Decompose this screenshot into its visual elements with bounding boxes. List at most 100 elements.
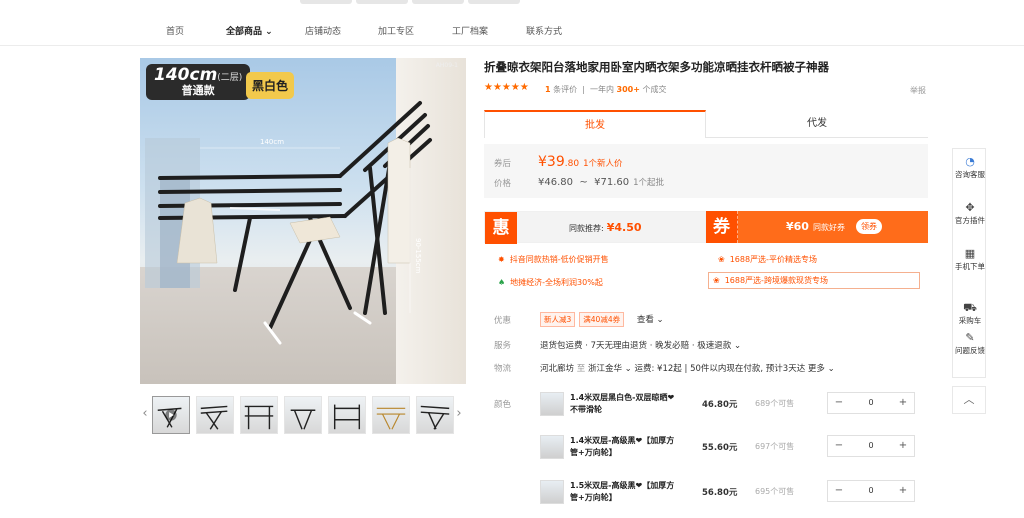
chevron-down-icon: ⌄ (265, 27, 273, 37)
dim-height-label: 90-155cm (414, 238, 422, 274)
quantity-input[interactable]: 0 (850, 393, 892, 413)
nav-all-products[interactable]: 全部商品 ⌄ (226, 24, 273, 37)
nav-contact[interactable]: 联系方式 (526, 24, 562, 37)
dim-width-label: 140cm (260, 138, 284, 146)
thumbnail-strip: ‹ › (140, 396, 466, 434)
nav-factory[interactable]: 工厂档案 (452, 24, 488, 37)
price-box: 券后 ¥39.80 1个新人价 价格 ¥46.80 ~ ¥71.60 1个起批 (484, 144, 928, 198)
flower-icon: ❀ (718, 255, 725, 264)
thumbnail-5[interactable] (328, 396, 366, 434)
offers-label: 优惠 (494, 316, 512, 326)
sku-name: 1.4米双层-高级黑❤【加厚方管+万向轮】 (570, 436, 675, 457)
thumbnail-2[interactable] (196, 396, 234, 434)
tab-dropship[interactable]: 代发 (706, 110, 928, 138)
puzzle-icon: ✥ (965, 201, 975, 214)
store-nav: 首页 全部商品 ⌄ 店铺动态 加工专区 工厂档案 联系方式 (0, 14, 1024, 46)
quantity-stepper: − 0 + (827, 480, 915, 502)
thumbnail-4[interactable] (284, 396, 322, 434)
purchase-tabs: 批发 代发 (484, 110, 928, 138)
sku-price: 56.80元 (702, 488, 738, 498)
hui-icon: 惠 (485, 212, 517, 244)
floating-sidebar: ◔ 咨询客服 ✥ 官方插件 ▦ 手机下单 ⛟ 采购车 ✎ 问题反馈 (952, 148, 986, 378)
sku-stock: 695个可售 (755, 487, 795, 496)
thumbnail-7[interactable] (416, 396, 454, 434)
sku-stock: 689个可售 (755, 399, 795, 408)
sidebar-feedback[interactable]: ✎ 问题反馈 (953, 331, 987, 355)
sku-stock: 697个可售 (755, 442, 795, 451)
increase-button[interactable]: + (892, 436, 914, 456)
image-code: AH09-1 (435, 62, 458, 69)
drying-rack-illustration: 140cm 90-155cm (145, 101, 432, 345)
coupon-price-label: 券后 (494, 159, 512, 169)
sku-name: 1.4米双层黑白色-双层晾晒❤不带滑轮 (570, 393, 675, 414)
chevron-down-icon: ⌄ (656, 315, 664, 325)
offer-tag: 满40减4券 (579, 312, 625, 327)
activity-yanxuan-1[interactable]: ❀ 1688严选-平价精选专场 (718, 254, 817, 265)
offer-tag: 新人减3 (540, 312, 576, 327)
activity-douyin[interactable]: ✸ 抖音同款热销-低价促销开售 (498, 254, 609, 265)
edit-icon: ✎ (965, 331, 975, 344)
service-value[interactable]: 退货包运费 · 7天无理由退货 · 晚发必赔 · 极速退款 ⌄ (540, 339, 741, 351)
thumbnail-3[interactable] (240, 396, 278, 434)
similar-recommend[interactable]: 惠 同款推荐: ¥4.50 (484, 211, 706, 244)
chevron-left-icon[interactable]: ‹ (140, 406, 150, 421)
product-main-image[interactable]: 140cm 90-155cm 140cm(二层) 普通款 黑白色 AH09-1 (140, 58, 466, 384)
service-label: 服务 (494, 341, 512, 351)
sku-name: 1.5米双层-高级黑❤【加厚方管+万向轮】 (570, 481, 675, 502)
product-title: 折叠晾衣架阳台落地家用卧室内晒衣架多功能凉晒挂衣杆晒被子神器 (484, 60, 829, 74)
activity-yanxuan-2[interactable]: ❀ 1688严选-跨境爆款现货专场 (708, 272, 920, 289)
back-to-top-button[interactable]: ︿ (952, 386, 986, 414)
sun-icon: ✸ (498, 255, 505, 264)
sku-thumbnail (540, 480, 564, 504)
shipping-destination[interactable]: 浙江金华 ⌄ (588, 364, 632, 374)
color-badge: 黑白色 (246, 72, 295, 99)
size-badge: 140cm(二层) 普通款 (146, 64, 251, 101)
decrease-button[interactable]: − (828, 393, 850, 413)
sku-price: 46.80元 (702, 400, 738, 410)
quantity-stepper: − 0 + (827, 435, 915, 457)
chevron-down-icon: ⌄ (733, 341, 742, 351)
leaf-icon: ♠ (498, 278, 506, 287)
nav-processing[interactable]: 加工专区 (378, 24, 414, 37)
coupon-banner: 券 ¥60 同款好券 领券 (706, 211, 928, 243)
nav-store-news[interactable]: 店铺动态 (305, 24, 341, 37)
report-link[interactable]: 举报 (910, 85, 926, 96)
chevron-up-icon: ︿ (963, 393, 975, 406)
claim-coupon-button[interactable]: 领券 (856, 219, 882, 234)
sidebar-cart[interactable]: ⛟ 采购车 (953, 301, 987, 325)
increase-button[interactable]: + (892, 481, 914, 501)
sidebar-customer-service[interactable]: ◔ 咨询客服 (953, 155, 987, 179)
top-strip (300, 0, 520, 4)
decrease-button[interactable]: − (828, 436, 850, 456)
rating-summary: 1 条评价 | 一年内 300+ 个成交 (545, 85, 667, 94)
promo-bar: 惠 同款推荐: ¥4.50 券 ¥60 同款好券 领券 (484, 211, 928, 244)
sku-thumbnail (540, 392, 564, 416)
shipping-label: 物流 (494, 364, 512, 374)
chat-icon: ◔ (965, 155, 975, 168)
cart-icon: ⛟ (963, 301, 977, 314)
flower-icon: ❀ (713, 276, 720, 285)
activity-street-stall[interactable]: ♠ 地摊经济-全场利润30%起 (498, 277, 603, 288)
shipping-value: 河北廊坊 至 浙江金华 ⌄ 运费: ¥12起 | 50件以内现在付款, 预计3天… (540, 364, 835, 374)
tab-wholesale[interactable]: 批发 (484, 110, 706, 138)
chevron-down-icon: ⌄ (624, 364, 632, 374)
quantity-input[interactable]: 0 (850, 436, 892, 456)
price-range-label: 价格 (494, 179, 512, 189)
offers-more-link[interactable]: 查看 ⌄ (637, 315, 664, 325)
sidebar-mobile-order[interactable]: ▦ 手机下单 (953, 247, 987, 271)
decrease-button[interactable]: − (828, 481, 850, 501)
thumbnail-6[interactable] (372, 396, 410, 434)
quantity-input[interactable]: 0 (850, 481, 892, 501)
price-range: ¥46.80 ~ ¥71.60 1个起批 (538, 177, 665, 188)
sidebar-plugin[interactable]: ✥ 官方插件 (953, 201, 987, 225)
rating-stars: ★★★★★ (484, 82, 529, 93)
offers-tags: 新人减3 满40减4券 查看 ⌄ (540, 312, 664, 327)
increase-button[interactable]: + (892, 393, 914, 413)
color-label: 颜色 (494, 400, 512, 410)
qr-code-icon: ▦ (964, 247, 976, 260)
chevron-right-icon[interactable]: › (454, 406, 464, 421)
nav-home[interactable]: 首页 (166, 24, 184, 37)
shipping-more[interactable]: 更多 ⌄ (808, 364, 835, 374)
sku-row: 1.4米双层黑白色-双层晾晒❤不带滑轮 46.80元 689个可售 − 0 + (540, 392, 928, 430)
thumbnail-video[interactable] (152, 396, 190, 434)
